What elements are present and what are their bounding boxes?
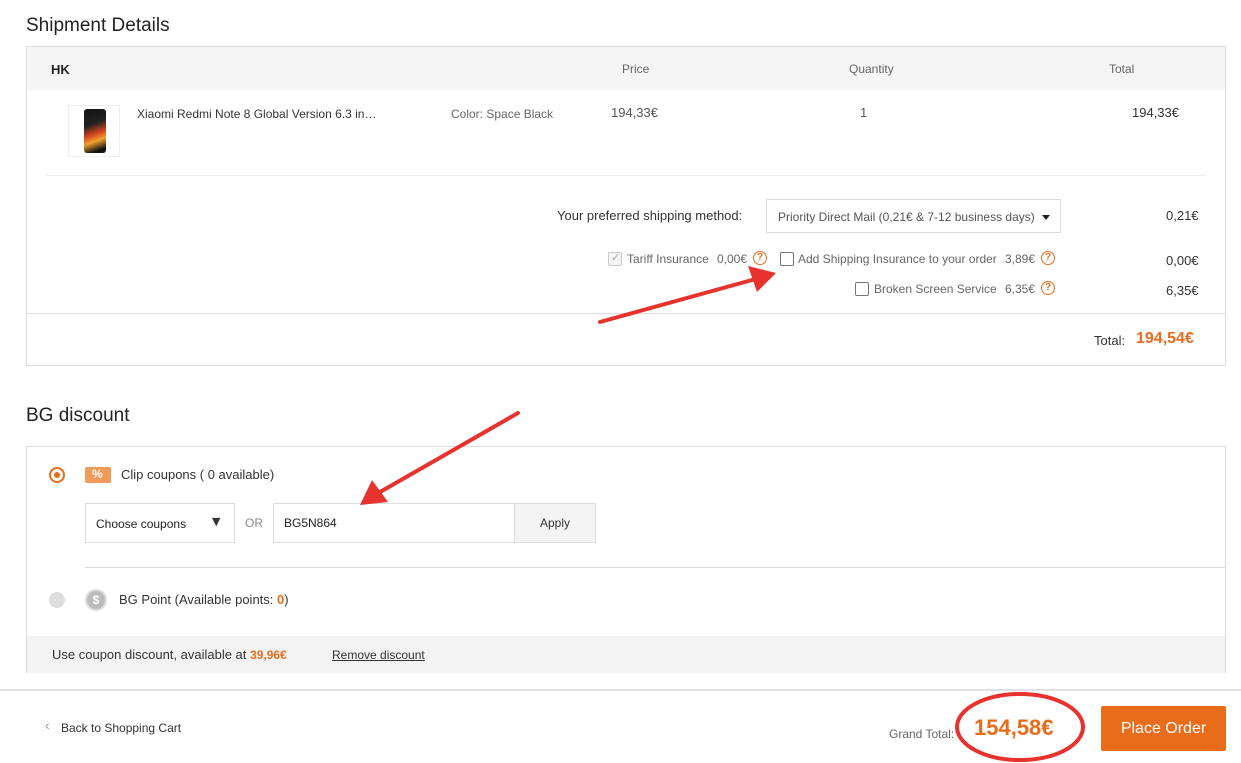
annotation-arrow-coupon bbox=[360, 411, 520, 505]
annotation-circle-grand-total bbox=[955, 692, 1085, 762]
annotation-arrow-insurance bbox=[598, 266, 776, 324]
annotation-overlay bbox=[360, 266, 1085, 762]
